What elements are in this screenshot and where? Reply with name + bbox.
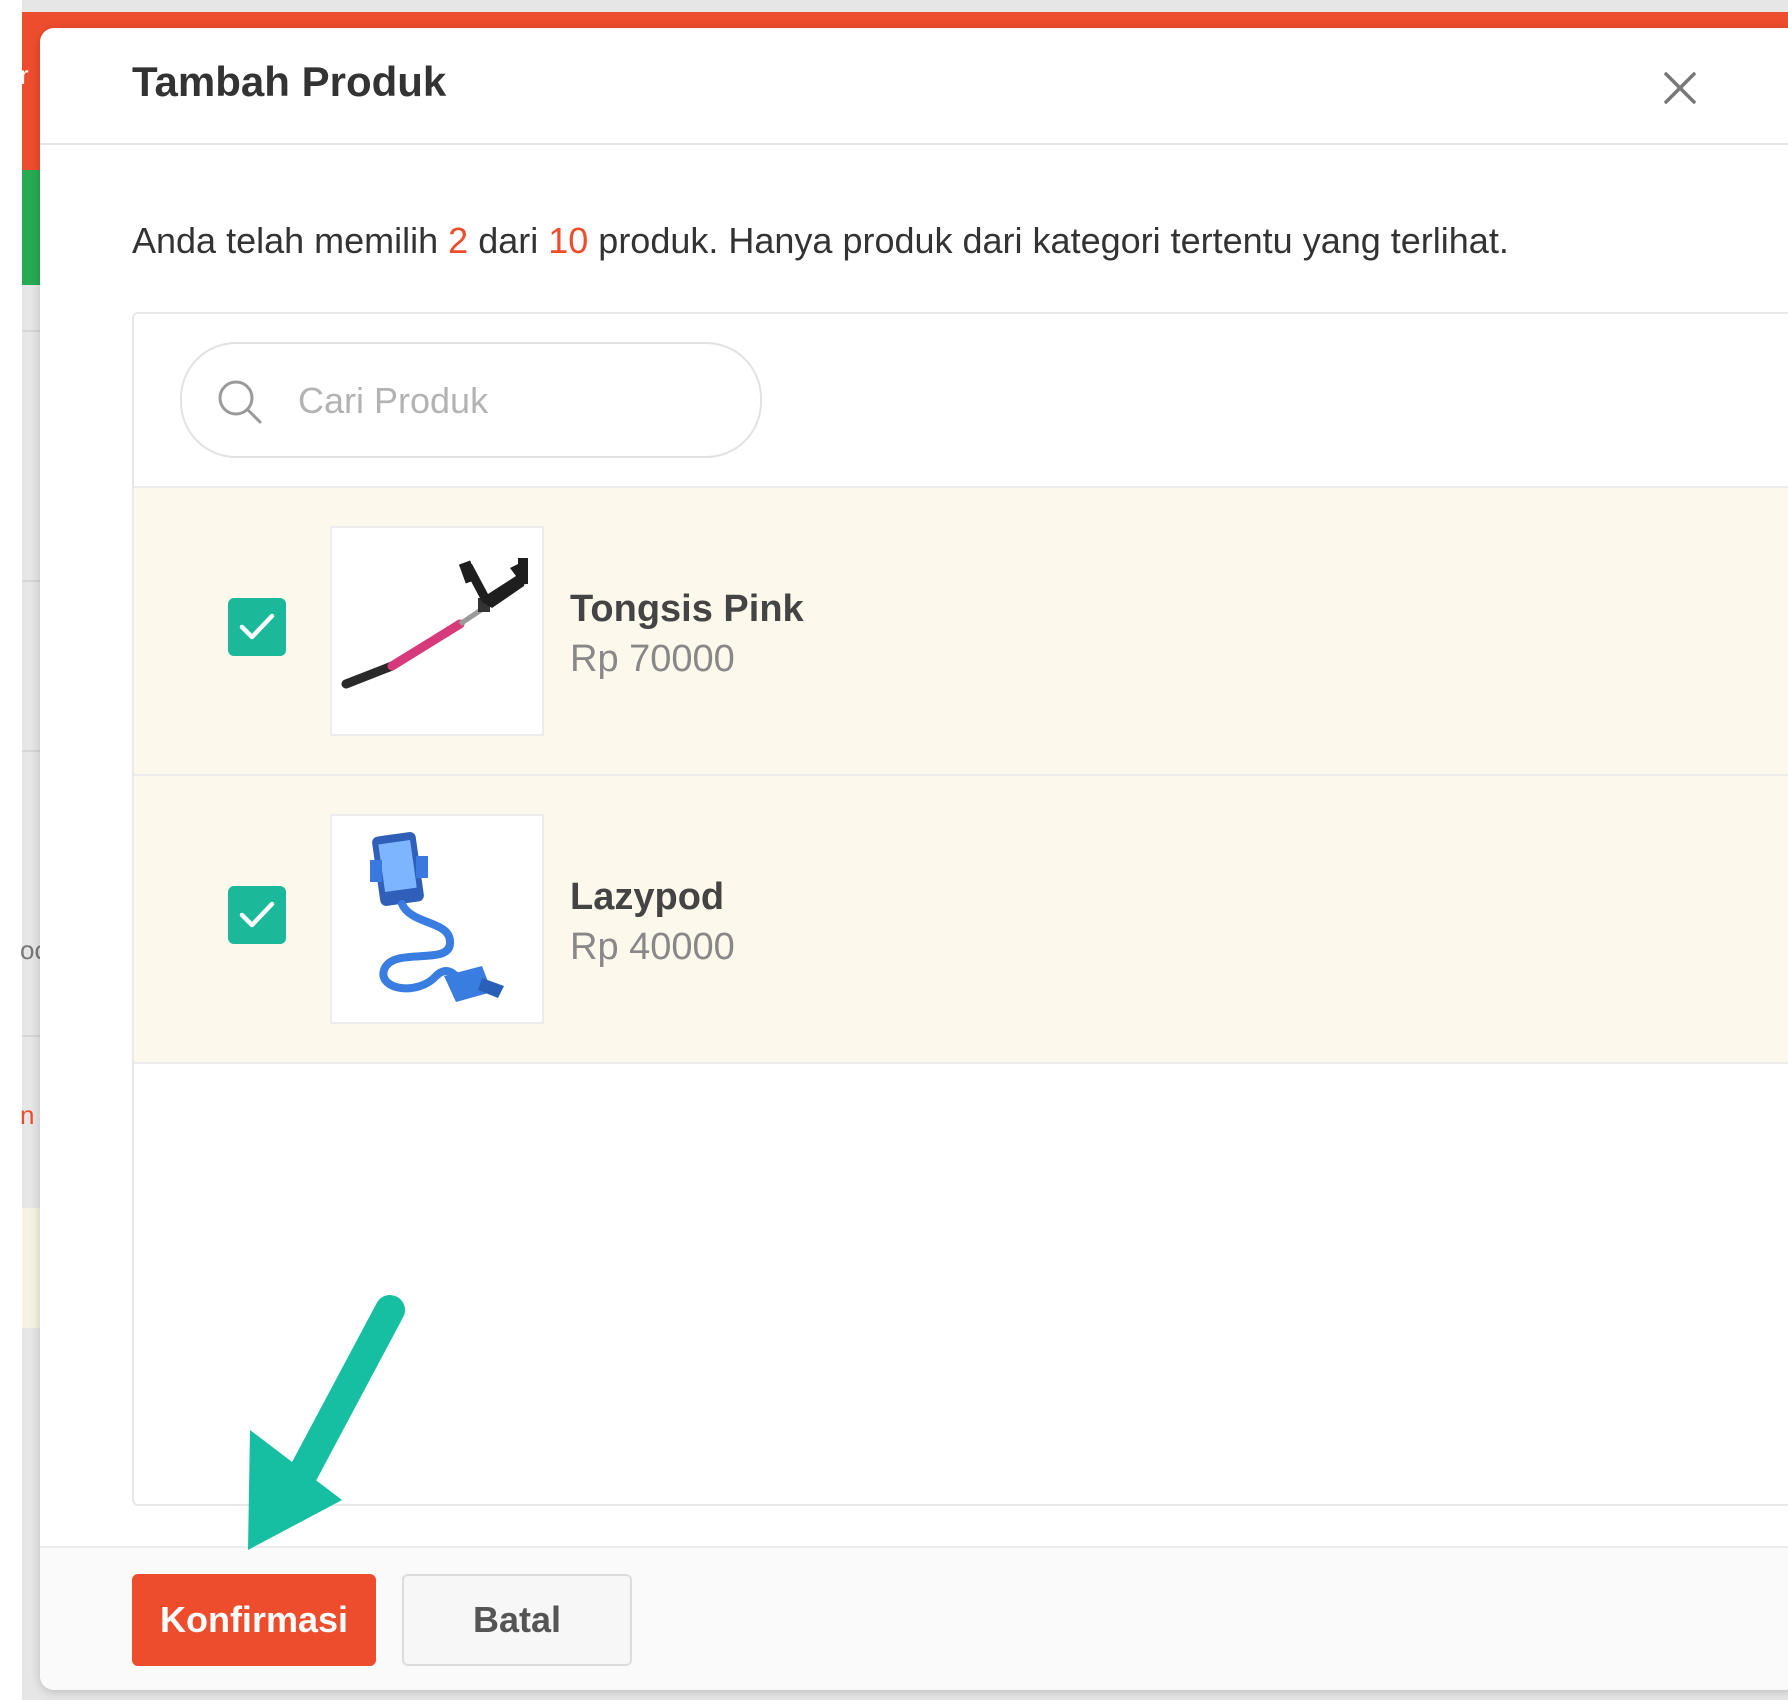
modal-title: Tambah Produk [132,58,447,105]
background-divider [22,580,42,582]
close-icon [1664,72,1696,104]
close-button[interactable] [1650,58,1710,118]
cancel-button[interactable]: Batal [402,1574,632,1666]
background-divider [22,750,42,752]
background-peek-text: r [20,60,29,90]
product-name: Tongsis Pink [570,588,804,630]
checkmark-icon [239,901,275,928]
selection-info: Anda telah memilih 2 dari 10 produk. Han… [132,220,1509,262]
search-icon [218,380,262,424]
background-highlight-row [22,1208,42,1328]
lazypod-phone-holder-image [370,832,504,1002]
background-divider [22,1035,42,1037]
search-box[interactable] [180,342,762,458]
background-green-tab [22,170,42,285]
product-price: Rp 40000 [570,926,735,968]
info-prefix: Anda telah memilih [132,220,449,261]
product-price: Rp 70000 [570,638,735,680]
info-middle: dari [468,220,549,261]
product-row[interactable]: Tongsis Pink Rp 70000 [134,486,1788,774]
product-list-panel: Tongsis Pink Rp 70000 [132,312,1788,1506]
checkmark-icon [239,613,275,640]
search-input[interactable] [296,370,720,432]
product-name: Lazypod [570,876,725,918]
modal-header: Tambah Produk [40,28,1788,145]
info-suffix: produk. Hanya produk dari kategori terte… [588,220,1509,261]
product-checkbox[interactable] [228,598,286,656]
background-peek-text: n [20,1100,35,1130]
background-divider [22,330,42,332]
product-thumbnail [330,814,544,1024]
selected-count: 2 [448,220,469,261]
product-thumbnail [330,526,544,736]
product-checkbox[interactable] [228,886,286,944]
add-product-modal: Tambah Produk Anda telah memilih 2 dari … [40,28,1788,1690]
modal-footer: Konfirmasi Batal [40,1546,1788,1690]
product-row[interactable]: Lazypod Rp 40000 [134,774,1788,1064]
product-list: Tongsis Pink Rp 70000 Lazypod Rp 40000 [134,486,1788,1064]
max-count: 10 [548,220,589,261]
confirm-button[interactable]: Konfirmasi [132,1574,376,1666]
selfie-stick-image [341,558,528,689]
